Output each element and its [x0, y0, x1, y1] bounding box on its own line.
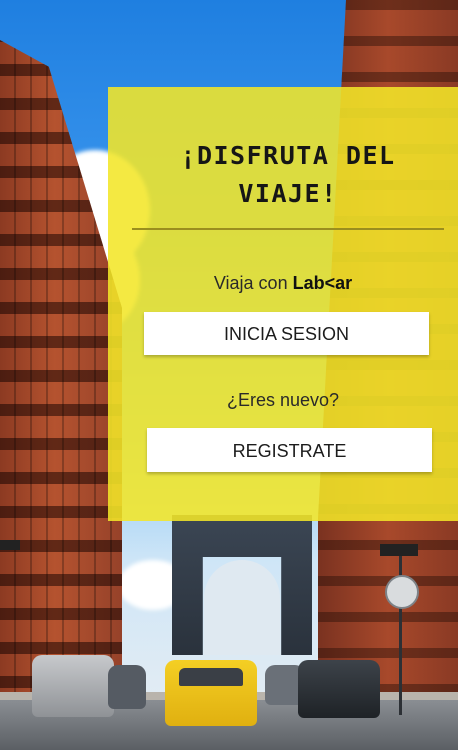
- register-button[interactable]: REGISTRATE: [147, 428, 432, 472]
- title-line-1: ¡DISFRUTA DEL: [180, 141, 396, 170]
- new-user-question: ¿Eres nuevo?: [226, 390, 340, 410]
- title-line-2: VIAJE!: [238, 179, 338, 208]
- page-title: ¡DISFRUTA DEL VIAJE!: [132, 137, 444, 213]
- brand-name: Lab<ar: [292, 273, 353, 293]
- car: [32, 655, 114, 717]
- street-sign: [380, 544, 418, 556]
- tagline: Viaja con Lab<ar: [108, 273, 458, 294]
- bridge-arch: [204, 560, 280, 655]
- car: [108, 665, 146, 709]
- title-divider: [132, 228, 444, 230]
- taxi-window: [179, 668, 243, 686]
- tagline-prefix: Viaja con: [213, 273, 293, 293]
- street-sign-left: [0, 540, 20, 550]
- sign-pole: [399, 545, 402, 715]
- car: [298, 660, 380, 718]
- traffic-sign: [385, 575, 419, 609]
- login-button[interactable]: INICIA SESION: [144, 312, 429, 355]
- taxi-cab: [165, 660, 257, 726]
